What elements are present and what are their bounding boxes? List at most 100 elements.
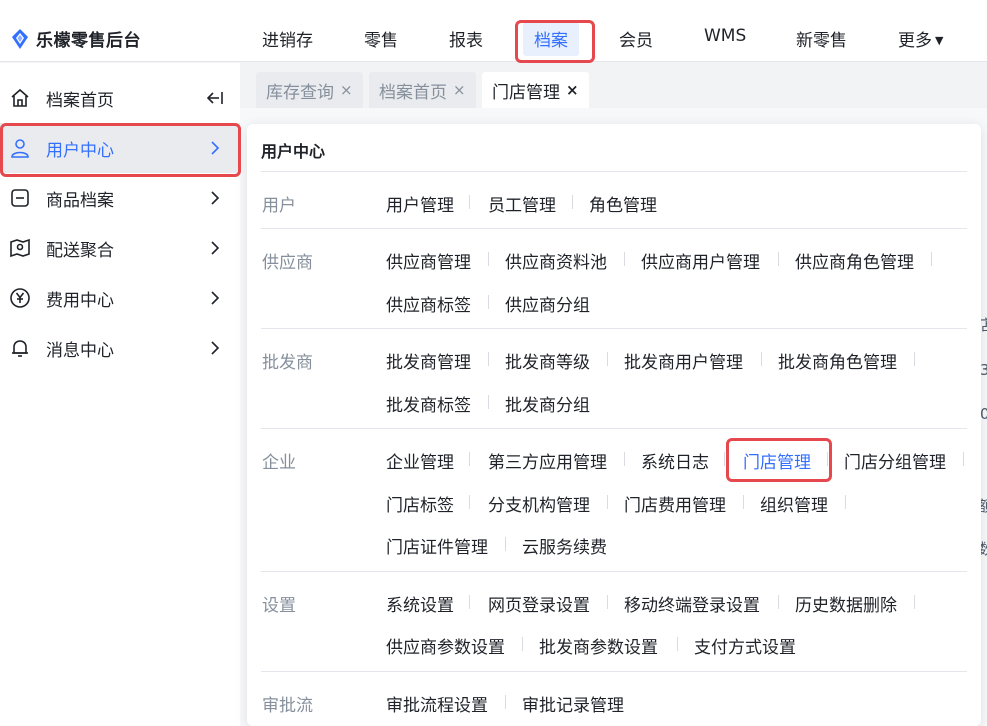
sidebar-item-archive-home[interactable]: 档案首页	[0, 73, 240, 123]
menu-link-supplier-tags[interactable]: 供应商标签	[386, 291, 471, 316]
home-icon	[11, 88, 29, 107]
menu-link-cloud-service-renewal[interactable]: 云服务续费	[522, 533, 607, 558]
close-icon[interactable]: ×	[566, 81, 579, 99]
user-center-menu-panel: 用户中心 用户 用户管理 员工管理 角色管理 供应商 供应商管理 供应商资料池 …	[247, 124, 981, 726]
top-nav-item-reports[interactable]: 报表	[449, 26, 483, 51]
menu-link-wholesaler-role-management[interactable]: 批发商角色管理	[778, 348, 897, 373]
caret-down-icon: ▼	[935, 34, 944, 47]
menu-link-store-management[interactable]: 门店管理	[743, 448, 811, 473]
close-icon[interactable]: ×	[340, 81, 353, 99]
group-label-user: 用户	[262, 196, 296, 216]
tab-archive-home[interactable]: 档案首页 ×	[369, 72, 476, 108]
menu-link-store-group-management[interactable]: 门店分组管理	[844, 448, 946, 473]
divider	[743, 495, 744, 509]
divider	[505, 695, 506, 709]
divider	[778, 595, 779, 609]
menu-link-wholesaler-user-management[interactable]: 批发商用户管理	[624, 348, 743, 373]
top-nav-item-inventory[interactable]: 进销存	[262, 26, 313, 51]
menu-link-store-expense-management[interactable]: 门店费用管理	[624, 491, 726, 516]
menu-link-store-certificate-management[interactable]: 门店证件管理	[386, 533, 488, 558]
menu-link-supplier-user-management[interactable]: 供应商用户管理	[641, 248, 760, 273]
divider	[505, 537, 506, 551]
divider	[469, 595, 470, 609]
top-nav-item-new-retail[interactable]: 新零售	[796, 26, 847, 51]
menu-link-supplier-role-management[interactable]: 供应商角色管理	[795, 248, 914, 273]
menu-link-organization-management[interactable]: 组织管理	[760, 491, 828, 516]
sidebar: 档案首页 用户中心 商品档案 配送聚合 费用中心 消息中心	[0, 63, 240, 726]
tab-inventory-query[interactable]: 库存查询 ×	[256, 72, 363, 108]
divider	[827, 452, 828, 466]
menu-link-supplier-parameter-settings[interactable]: 供应商参数设置	[386, 633, 505, 658]
menu-link-user-management[interactable]: 用户管理	[386, 191, 454, 216]
tab-label: 库存查询	[266, 82, 334, 103]
collapse-left-icon[interactable]	[206, 91, 224, 105]
group-label-supplier: 供应商	[262, 253, 313, 273]
menu-link-third-party-apps[interactable]: 第三方应用管理	[488, 448, 607, 473]
divider	[914, 595, 915, 609]
menu-link-wholesaler-groups[interactable]: 批发商分组	[505, 391, 590, 416]
menu-link-supplier-management[interactable]: 供应商管理	[386, 248, 471, 273]
top-nav-item-more[interactable]: 更多 ▼	[898, 26, 943, 51]
user-icon	[11, 139, 29, 158]
menu-link-supplier-groups[interactable]: 供应商分组	[505, 291, 590, 316]
group-label-enterprise: 企业	[262, 453, 296, 473]
menu-link-approval-process-settings[interactable]: 审批流程设置	[386, 691, 488, 716]
menu-link-role-management[interactable]: 角色管理	[589, 191, 657, 216]
sidebar-item-product-archive[interactable]: 商品档案	[0, 173, 240, 223]
top-nav-item-retail[interactable]: 零售	[364, 26, 398, 51]
divider	[761, 352, 762, 366]
menu-link-payment-method-settings[interactable]: 支付方式设置	[694, 633, 796, 658]
close-icon[interactable]: ×	[453, 81, 466, 99]
panel-title: 用户中心	[261, 142, 326, 161]
divider	[488, 395, 489, 409]
menu-link-employee-management[interactable]: 员工管理	[488, 191, 556, 216]
top-nav-item-members[interactable]: 会员	[619, 26, 653, 51]
divider	[724, 452, 725, 466]
menu-link-system-logs[interactable]: 系统日志	[641, 448, 709, 473]
divider	[469, 452, 470, 466]
more-label: 更多	[898, 31, 932, 51]
menu-link-mobile-login-settings[interactable]: 移动终端登录设置	[624, 591, 760, 616]
menu-link-wholesaler-management[interactable]: 批发商管理	[386, 348, 471, 373]
menu-link-system-settings[interactable]: 系统设置	[386, 591, 454, 616]
chevron-right-icon	[211, 341, 220, 355]
divider	[261, 571, 967, 572]
divider	[677, 637, 678, 651]
divider	[261, 428, 967, 429]
sidebar-item-label: 用户中心	[46, 140, 114, 161]
box-icon	[11, 189, 29, 207]
sidebar-item-message-center[interactable]: 消息中心	[0, 323, 240, 373]
divider	[261, 228, 967, 229]
menu-link-history-data-deletion[interactable]: 历史数据删除	[795, 591, 897, 616]
divider	[488, 252, 489, 266]
divider	[607, 495, 608, 509]
brand[interactable]: 乐檬零售后台	[10, 26, 141, 51]
menu-link-supplier-pool[interactable]: 供应商资料池	[505, 248, 607, 273]
divider	[469, 195, 470, 209]
menu-link-wholesaler-levels[interactable]: 批发商等级	[505, 348, 590, 373]
menu-link-web-login-settings[interactable]: 网页登录设置	[488, 591, 590, 616]
top-nav-item-wms[interactable]: WMS	[704, 26, 746, 46]
bell-icon	[12, 340, 28, 357]
group-label-settings: 设置	[262, 596, 296, 616]
menu-link-store-tags[interactable]: 门店标签	[386, 491, 454, 516]
sidebar-item-label: 档案首页	[46, 90, 114, 111]
group-label-wholesaler: 批发商	[262, 353, 313, 373]
sidebar-item-user-center[interactable]: 用户中心	[0, 123, 240, 173]
top-nav-item-archives[interactable]: 档案	[534, 26, 568, 51]
menu-link-wholesaler-parameter-settings[interactable]: 批发商参数设置	[539, 633, 658, 658]
tab-store-management[interactable]: 门店管理 ×	[482, 72, 589, 108]
sidebar-item-delivery[interactable]: 配送聚合	[0, 223, 240, 273]
sidebar-item-label: 消息中心	[46, 340, 114, 361]
menu-link-branch-management[interactable]: 分支机构管理	[488, 491, 590, 516]
divider	[488, 295, 489, 309]
menu-link-approval-record-management[interactable]: 审批记录管理	[522, 691, 624, 716]
divider	[261, 671, 967, 672]
menu-link-enterprise-management[interactable]: 企业管理	[386, 448, 454, 473]
divider	[261, 171, 967, 172]
chevron-right-icon	[211, 241, 220, 255]
sidebar-item-label: 商品档案	[46, 190, 114, 211]
sidebar-item-expense-center[interactable]: 费用中心	[0, 273, 240, 323]
background-text-fragment: 0	[980, 405, 987, 423]
menu-link-wholesaler-tags[interactable]: 批发商标签	[386, 391, 471, 416]
